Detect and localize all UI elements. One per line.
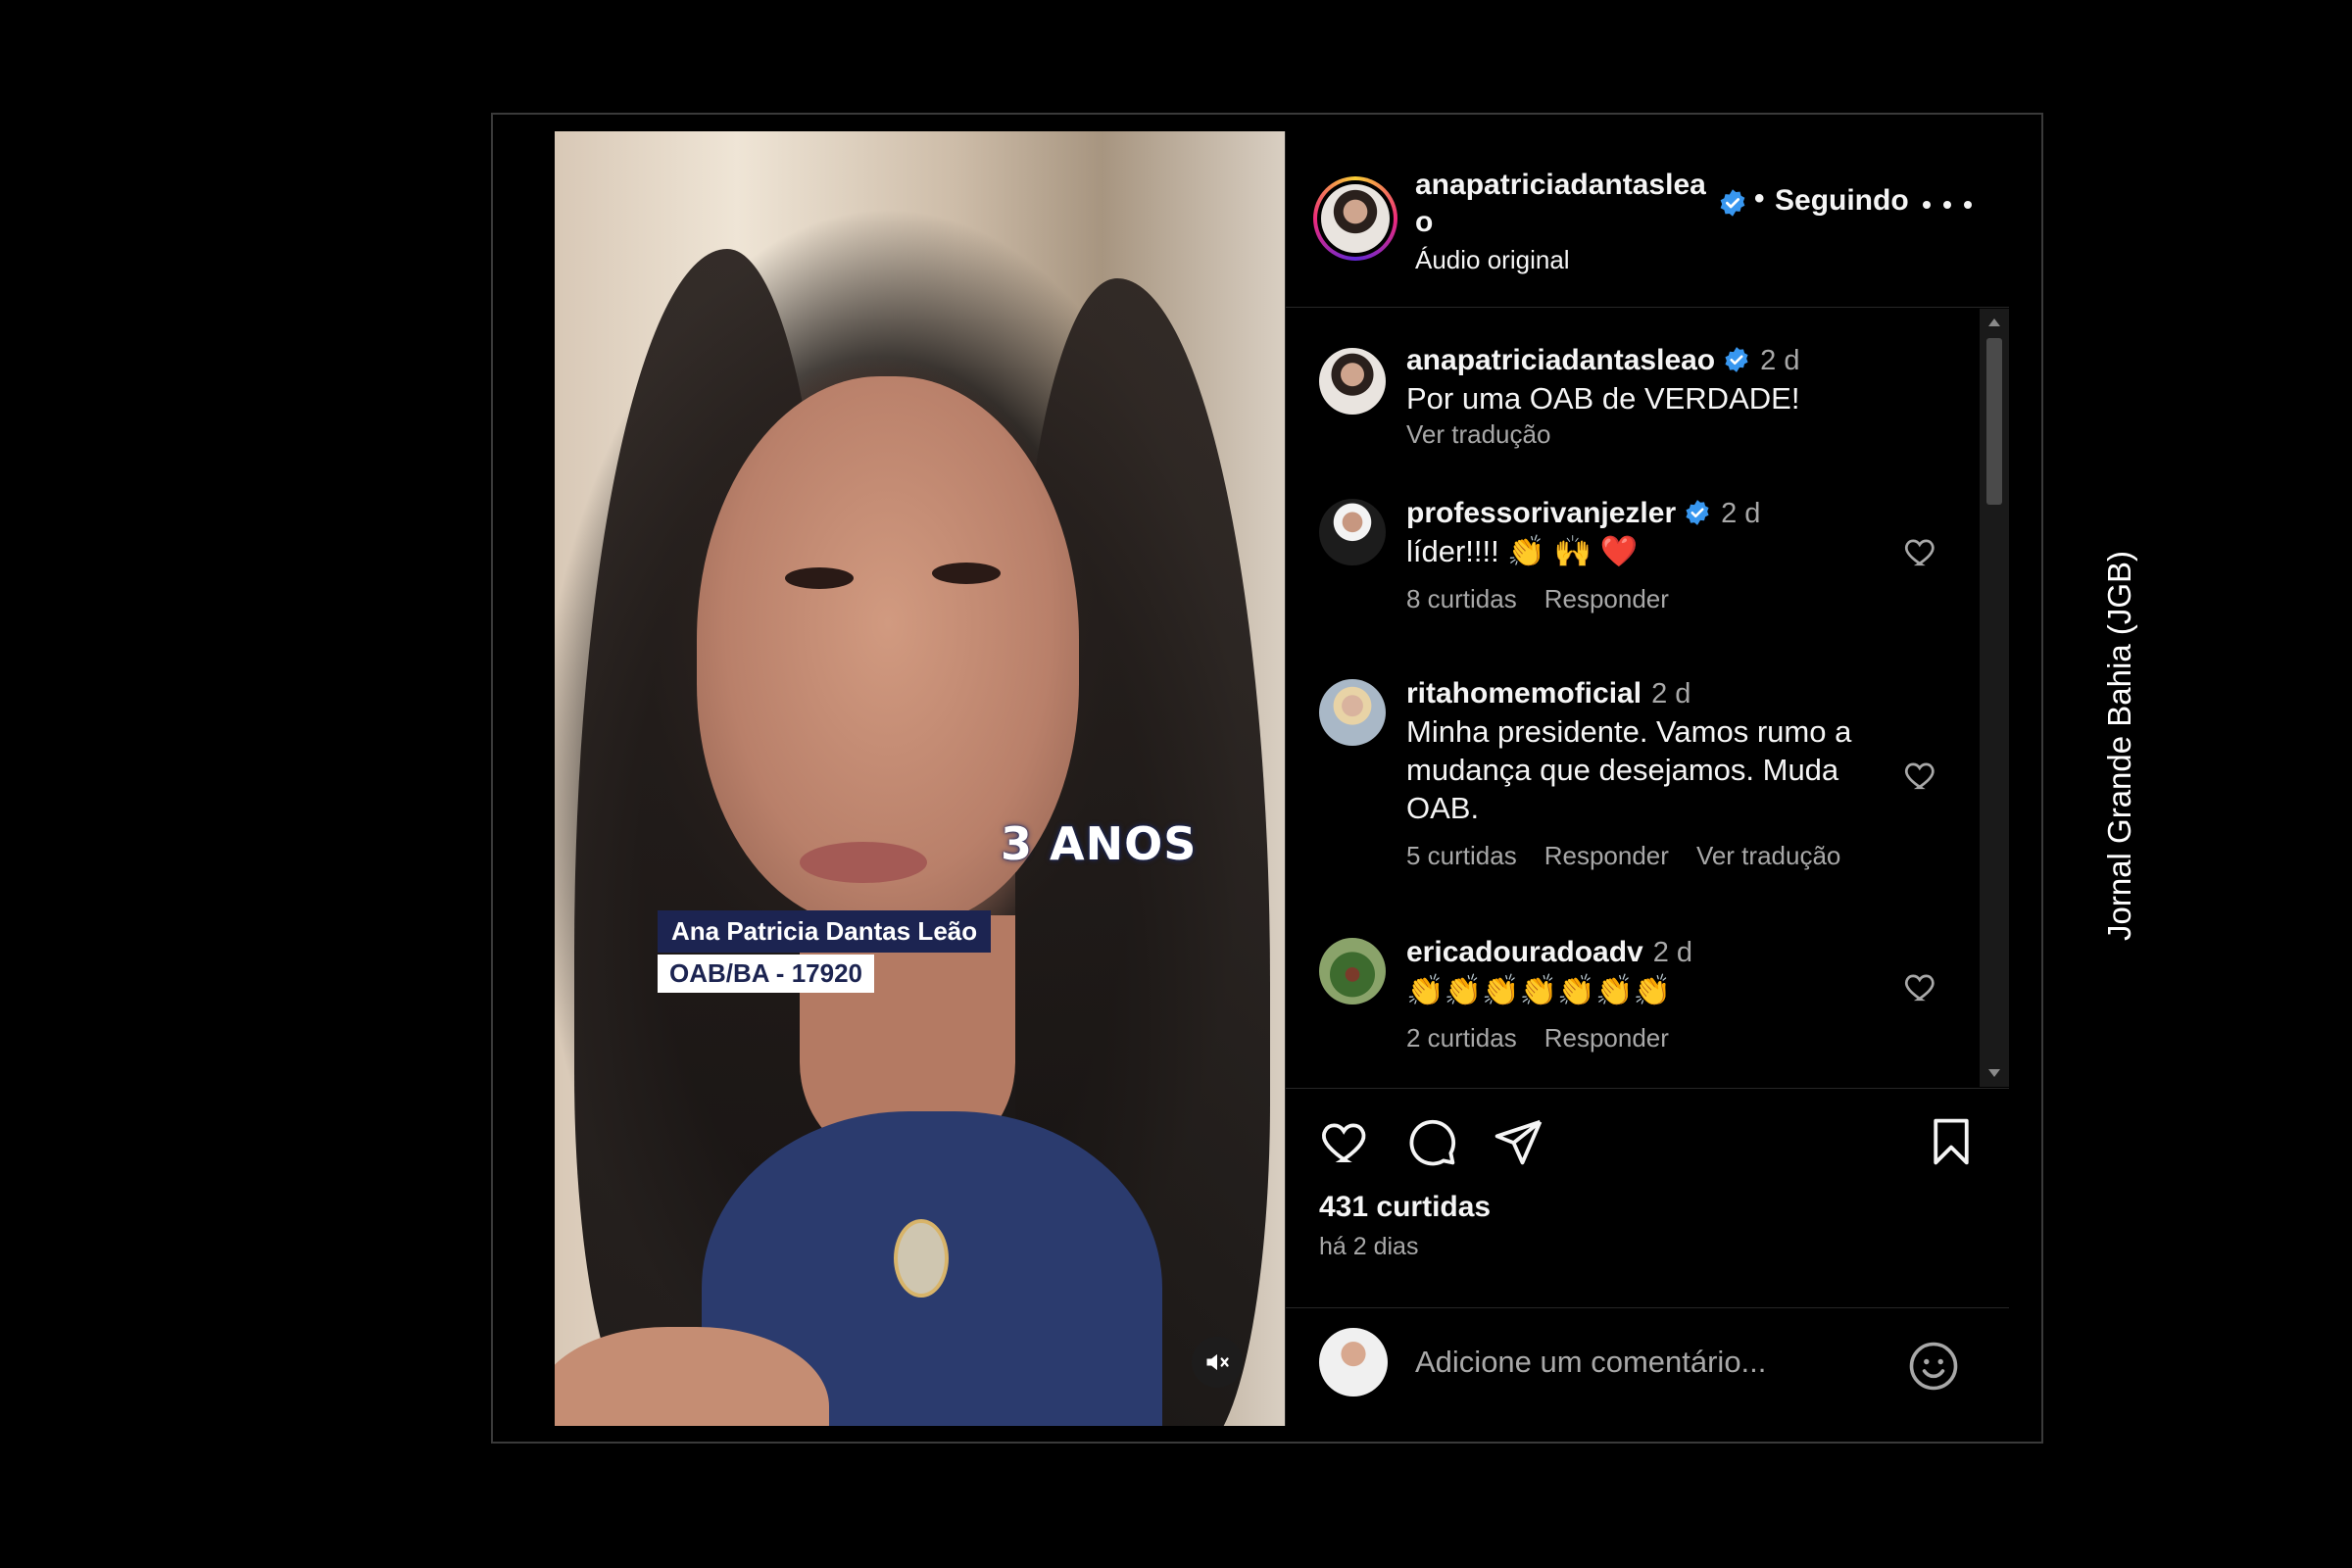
- verified-badge-icon: [1686, 500, 1709, 525]
- comment-likes[interactable]: 5 curtidas: [1406, 841, 1517, 871]
- comment-item: ritahomemoficial 2 d Minha presidente. Va…: [1286, 665, 1980, 891]
- scroll-up-arrow[interactable]: [1988, 318, 2000, 326]
- comment-body: anapatriciadantasleao 2 d Por uma OAB de …: [1406, 342, 1867, 450]
- comment-meta: 8 curtidas Responder: [1406, 584, 1867, 614]
- story-ring[interactable]: [1313, 176, 1397, 261]
- verified-badge-icon: [1725, 347, 1748, 372]
- comment-avatar[interactable]: [1319, 938, 1386, 1004]
- scroll-down-arrow[interactable]: [1988, 1069, 2000, 1077]
- likes-count[interactable]: 431 curtidas: [1319, 1191, 1491, 1224]
- comment-item: professorivanjezler 2 d líder!!!! 👏 🙌 ❤️ …: [1286, 485, 1980, 632]
- comments-list[interactable]: anapatriciadantasleao 2 d Por uma OAB de …: [1286, 309, 1980, 1087]
- more-options-icon[interactable]: [1923, 190, 1972, 220]
- comments-scrollbar[interactable]: [1980, 309, 2009, 1087]
- bookmark-icon[interactable]: [1925, 1115, 1978, 1168]
- video-overlay-name: Ana Patricia Dantas Leão: [658, 910, 992, 953]
- heart-icon[interactable]: [1319, 1115, 1372, 1168]
- comment-body: ritahomemoficial 2 d Minha presidente. Va…: [1406, 675, 1867, 871]
- reply-button[interactable]: Responder: [1544, 584, 1669, 614]
- original-audio-link[interactable]: Áudio original: [1415, 245, 1570, 275]
- author-username[interactable]: anapatriciadantasleao: [1415, 167, 1719, 241]
- share-icon[interactable]: [1492, 1115, 1544, 1168]
- see-translation-link[interactable]: Ver tradução: [1696, 841, 1840, 871]
- add-comment-input[interactable]: [1415, 1339, 1866, 1386]
- comment-icon[interactable]: [1405, 1115, 1458, 1168]
- post-side-panel: anapatriciadantasleao • Seguindo Áudio o…: [1285, 131, 2009, 1426]
- caption-comment: anapatriciadantasleao 2 d Por uma OAB de …: [1286, 332, 1980, 460]
- comment-header: ericadouradoadv 2 d: [1406, 934, 1867, 971]
- comment-meta: 2 curtidas Responder: [1406, 1023, 1867, 1054]
- comment-text: Por uma OAB de VERDADE!: [1406, 381, 1800, 416]
- comment-heart-icon[interactable]: [1903, 969, 1938, 1004]
- more-options-dot: [1923, 201, 1931, 209]
- post-header: anapatriciadantasleao • Seguindo Áudio o…: [1286, 131, 2009, 308]
- more-options-dot: [1943, 201, 1951, 209]
- comment-body: ericadouradoadv 2 d 👏👏👏👏👏👏👏 2 curtidas Re…: [1406, 934, 1867, 1054]
- comment-item: ericadouradoadv 2 d 👏👏👏👏👏👏👏 2 curtidas Re…: [1286, 924, 1980, 1071]
- following-button[interactable]: Seguindo: [1775, 184, 1909, 218]
- post-time-ago: há 2 dias: [1319, 1233, 1419, 1260]
- video-person-eye-right: [932, 563, 1001, 584]
- author-avatar: [1321, 184, 1390, 253]
- verified-badge-icon: [1720, 189, 1745, 217]
- comment-username[interactable]: anapatriciadantasleao: [1406, 344, 1715, 376]
- comment-meta: 5 curtidas Responder Ver tradução: [1406, 841, 1867, 871]
- reply-button[interactable]: Responder: [1544, 1023, 1669, 1054]
- video-overlay-oab: OAB/BA - 17920: [658, 955, 874, 993]
- comment-heart-icon[interactable]: [1903, 758, 1938, 793]
- video-person-eye-left: [785, 567, 854, 589]
- comment-avatar[interactable]: [1319, 679, 1386, 746]
- see-translation-link[interactable]: Ver tradução: [1406, 419, 1867, 450]
- header-separator: •: [1754, 182, 1765, 215]
- comment-body: professorivanjezler 2 d líder!!!! 👏 🙌 ❤️ …: [1406, 495, 1867, 614]
- post-video[interactable]: 3 ANOS Ana Patricia Dantas Leão OAB/BA -…: [555, 131, 1285, 1426]
- video-person-pendant: [894, 1219, 949, 1298]
- comment-header: professorivanjezler 2 d: [1406, 495, 1867, 532]
- comment-time: 2 d: [1652, 937, 1693, 968]
- comment-avatar[interactable]: [1319, 499, 1386, 565]
- mute-button[interactable]: [1192, 1337, 1243, 1388]
- comment-text: Minha presidente. Vamos rumo a mudança q…: [1406, 714, 1852, 825]
- current-user-avatar: [1319, 1328, 1388, 1396]
- story-ring-inner: [1317, 180, 1394, 257]
- comment-avatar[interactable]: [1319, 348, 1386, 415]
- emoji-icon[interactable]: [1907, 1340, 1960, 1393]
- comment-heart-icon[interactable]: [1903, 534, 1938, 569]
- mute-icon: [1206, 1353, 1229, 1371]
- image-credit: Jornal Grande Bahia (JGB): [2101, 550, 2137, 941]
- comment-username[interactable]: professorivanjezler: [1406, 497, 1676, 529]
- reply-button[interactable]: Responder: [1544, 841, 1669, 871]
- comment-header: anapatriciadantasleao 2 d: [1406, 342, 1867, 379]
- comment-username[interactable]: ritahomemoficial: [1406, 677, 1642, 710]
- comment-header: ritahomemoficial 2 d: [1406, 675, 1867, 712]
- comment-likes[interactable]: 2 curtidas: [1406, 1023, 1517, 1054]
- comment-time: 2 d: [1651, 678, 1691, 710]
- comment-time: 2 d: [1721, 498, 1761, 529]
- video-overlay-years: 3 ANOS: [1001, 817, 1198, 870]
- comment-username[interactable]: ericadouradoadv: [1406, 936, 1643, 968]
- video-person-lips: [800, 842, 927, 883]
- more-options-dot: [1964, 201, 1972, 209]
- comment-text: 👏👏👏👏👏👏👏: [1406, 973, 1672, 1007]
- comment-text: líder!!!! 👏 🙌 ❤️: [1406, 534, 1639, 568]
- comment-time: 2 d: [1760, 345, 1800, 376]
- scroll-thumb[interactable]: [1986, 338, 2002, 505]
- comment-likes[interactable]: 8 curtidas: [1406, 584, 1517, 614]
